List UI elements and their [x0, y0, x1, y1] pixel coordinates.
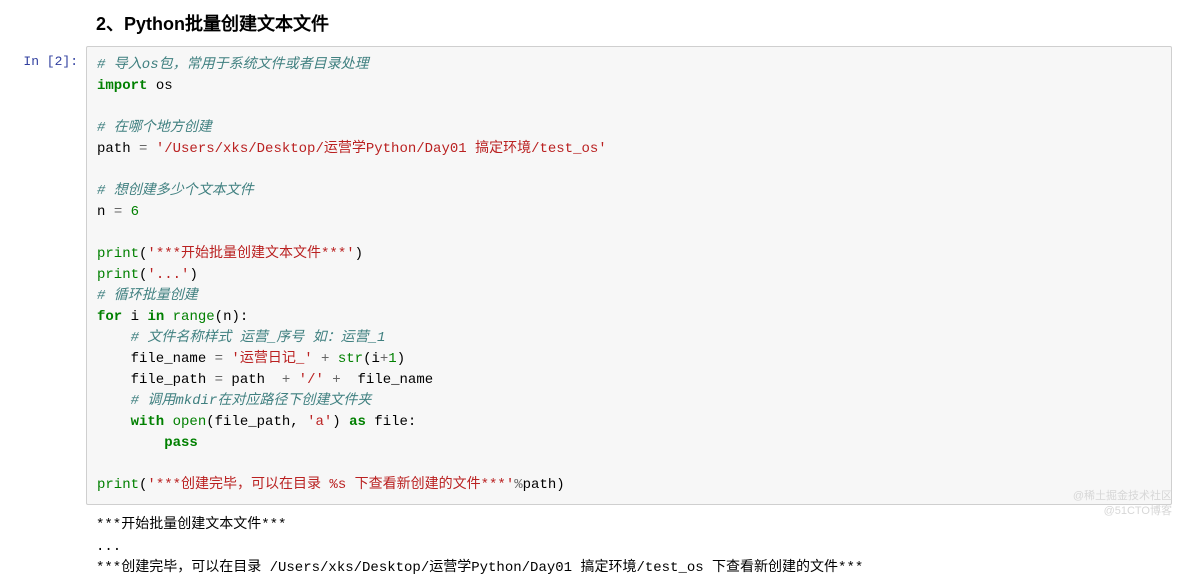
code-comment: # 想创建多少个文本文件: [97, 183, 254, 199]
output-line: ...: [96, 539, 121, 555]
str: '/': [299, 372, 324, 388]
op-eq: =: [215, 372, 223, 388]
code-comment: # 在哪个地方创建: [97, 120, 212, 136]
str-path: '/Users/xks/Desktop/运营学Python/Day01 搞定环境…: [147, 141, 606, 157]
code-comment: # 循环批量创建: [97, 288, 198, 304]
paren: (file_path,: [206, 414, 307, 430]
kw-in: in: [147, 309, 164, 325]
op-plus: +: [324, 372, 349, 388]
var-file: file:: [366, 414, 416, 430]
code-comment: # 导入os包，常用于系统文件或者目录处理: [97, 57, 369, 73]
fn-print: print: [97, 267, 139, 283]
str: '***开始批量创建文本文件***': [147, 246, 354, 262]
kw-as: as: [349, 414, 366, 430]
output-line: ***创建完毕，可以在目录 /Users/xks/Desktop/运营学Pyth…: [96, 560, 863, 576]
code-comment: # 文件名称样式 运营_序号 如：运营_1: [97, 330, 385, 346]
var-path: path): [523, 477, 565, 493]
paren: (n):: [215, 309, 249, 325]
str: 'a': [307, 414, 332, 430]
op-plus: +: [273, 372, 298, 388]
op-eq: =: [215, 351, 223, 367]
module-os: os: [147, 78, 172, 94]
op-eq: =: [114, 204, 122, 220]
fn-str: str: [338, 351, 363, 367]
var-filename: file_name: [349, 372, 433, 388]
paren: ): [332, 414, 349, 430]
var-i: i: [122, 309, 147, 325]
paren: ): [397, 351, 405, 367]
var-path: path: [223, 372, 273, 388]
var-filename: file_name: [97, 351, 215, 367]
str: '运营日记_': [223, 351, 313, 367]
code-cell: In [2]: # 导入os包，常用于系统文件或者目录处理 import os …: [0, 46, 1184, 505]
section-heading: 2、Python批量创建文本文件: [0, 0, 1184, 46]
output-cell: ***开始批量创建文本文件*** ... ***创建完毕，可以在目录 /User…: [0, 505, 1184, 584]
fn-open: open: [164, 414, 206, 430]
output-prompt: [0, 505, 86, 513]
code-editor[interactable]: # 导入os包，常用于系统文件或者目录处理 import os # 在哪个地方创…: [86, 46, 1172, 505]
kw-with: with: [97, 414, 164, 430]
fn-print: print: [97, 477, 139, 493]
fn-range: range: [164, 309, 214, 325]
paren: ): [189, 267, 197, 283]
var-filepath: file_path: [97, 372, 215, 388]
str: '***创建完毕，可以在目录 %s 下查看新创建的文件***': [147, 477, 514, 493]
kw-import: import: [97, 78, 147, 94]
op-plus: +: [313, 351, 338, 367]
notebook: 2、Python批量创建文本文件 In [2]: # 导入os包，常用于系统文件…: [0, 0, 1184, 584]
var-path: path: [97, 141, 139, 157]
num-1: 1: [388, 351, 396, 367]
str: '...': [147, 267, 189, 283]
var-n: n: [97, 204, 114, 220]
code-comment: # 调用mkdir在对应路径下创建文件夹: [97, 393, 371, 409]
output-line: ***开始批量创建文本文件***: [96, 517, 286, 533]
paren: ): [355, 246, 363, 262]
paren: (i: [363, 351, 380, 367]
kw-pass: pass: [97, 435, 198, 451]
input-prompt: In [2]:: [0, 46, 86, 69]
cell-output: ***开始批量创建文本文件*** ... ***创建完毕，可以在目录 /User…: [86, 505, 1172, 584]
op-percent: %: [514, 477, 522, 493]
kw-for: for: [97, 309, 122, 325]
fn-print: print: [97, 246, 139, 262]
num-6: 6: [122, 204, 139, 220]
